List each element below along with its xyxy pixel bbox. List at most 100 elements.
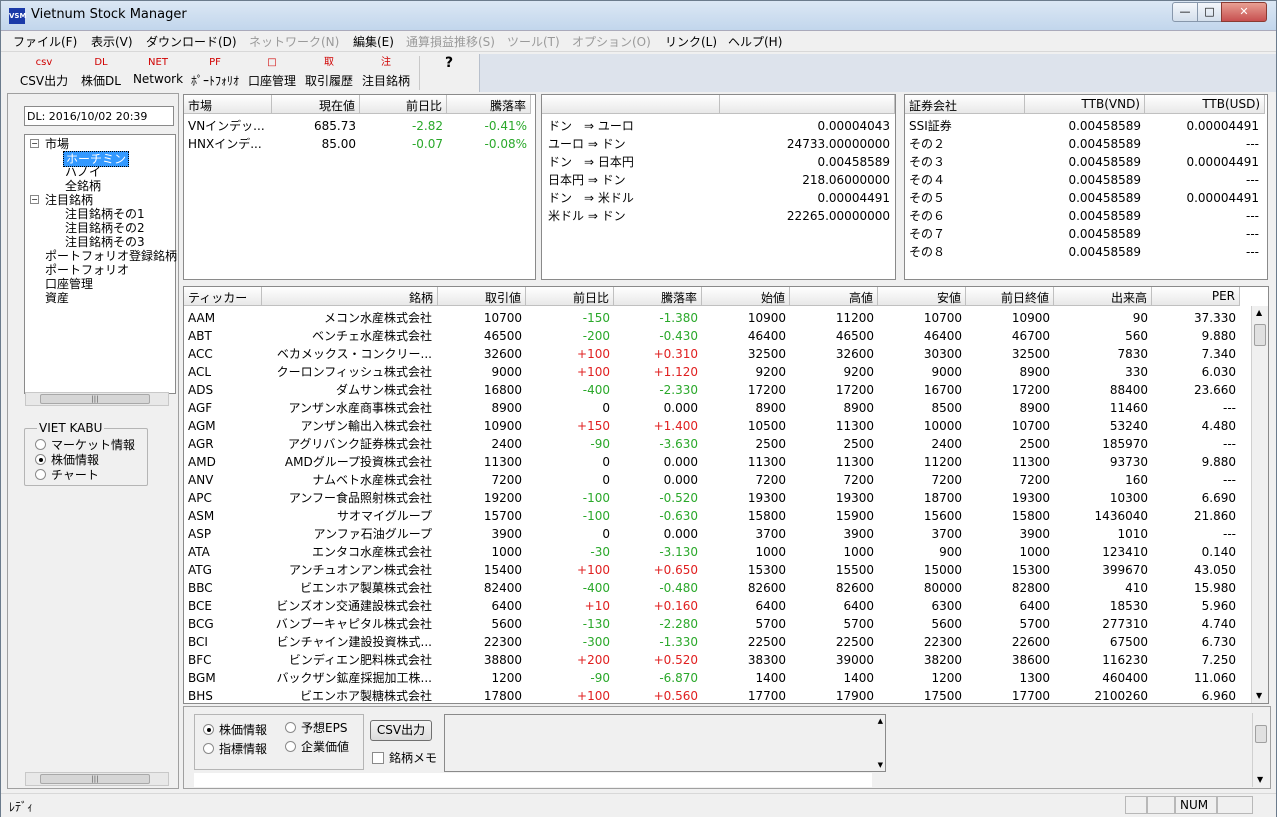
bottom-vertical-scrollbar[interactable]: ▼ — [1252, 713, 1269, 787]
stock-low: 80000 — [923, 581, 962, 595]
tree-item-hanoi[interactable]: ハノイ — [65, 165, 101, 179]
menu-download[interactable]: ダウンロード(D) — [146, 33, 237, 50]
scroll-down-icon[interactable]: ▼ — [1257, 775, 1263, 784]
radio-icon[interactable] — [203, 743, 214, 754]
col-header-ticker[interactable]: ティッカー — [184, 287, 262, 306]
col-header-open[interactable]: 始値 — [702, 287, 790, 306]
left-horizontal-scrollbar[interactable]: ||| — [25, 772, 169, 786]
collapse-icon[interactable]: − — [30, 139, 39, 148]
col-header-price[interactable]: 現在値 — [272, 95, 360, 114]
menu-profit-history[interactable]: 通算損益推移(S) — [406, 33, 495, 50]
stock-open: 17700 — [747, 689, 786, 703]
scroll-down-icon[interactable]: ▼ — [1256, 691, 1262, 700]
scroll-thumb[interactable] — [1254, 324, 1266, 346]
stock-low: 11200 — [923, 455, 962, 469]
col-header-fx-rate[interactable] — [720, 95, 895, 114]
stock-name: アンザン輸出入株式会社 — [300, 419, 432, 433]
menu-help[interactable]: ヘルプ(H) — [728, 33, 782, 50]
help-button[interactable]: ? — [435, 54, 463, 72]
checkbox-icon[interactable] — [372, 752, 384, 764]
col-header-broker[interactable]: 証券会社 — [905, 95, 1025, 114]
fx-rate: 24733.00000000 — [786, 137, 890, 151]
network-button[interactable]: NET Network — [132, 54, 184, 86]
stock-high: 9200 — [843, 365, 874, 379]
account-management-button[interactable]: □ 口座管理 — [247, 54, 297, 89]
radio-stock-info[interactable]: 株価情報 — [203, 721, 267, 738]
stock-name: ビエンホア製糖株式会社 — [299, 689, 432, 703]
minimize-button[interactable]: — — [1172, 2, 1198, 22]
scroll-thumb[interactable] — [1255, 725, 1267, 743]
tree-item-watchlist-2[interactable]: 注目銘柄その2 — [65, 221, 145, 235]
radio-forecast-eps[interactable]: 予想EPS — [285, 719, 347, 736]
scroll-down-icon[interactable]: ▼ — [878, 761, 883, 769]
menu-links[interactable]: リンク(L) — [665, 33, 717, 50]
col-header-change-rate[interactable]: 騰落率 — [614, 287, 702, 306]
tree-item-portfolio-stocks[interactable]: ポートフォリオ登録銘柄 — [45, 249, 177, 263]
radio-chart[interactable]: チャート — [35, 466, 99, 483]
scroll-thumb[interactable]: ||| — [40, 774, 150, 784]
scroll-up-icon[interactable]: ▲ — [1256, 308, 1262, 317]
stock-prev-close: 6400 — [1019, 599, 1050, 613]
stock-high: 2500 — [843, 437, 874, 451]
stock-vertical-scrollbar[interactable]: ▲ ▼ — [1251, 306, 1268, 703]
close-button[interactable]: ✕ — [1221, 2, 1267, 22]
memo-textarea[interactable]: ▲ ▼ — [444, 714, 886, 772]
tree-horizontal-scrollbar[interactable]: ||| — [25, 392, 169, 406]
col-header-trade-price[interactable]: 取引値 — [438, 287, 526, 306]
col-header-high[interactable]: 高値 — [790, 287, 878, 306]
title-bar[interactable]: VSM Vietnum Stock Manager — □ ✕ — [1, 1, 1276, 31]
csv-export-button[interactable]: CSV出力 — [370, 720, 432, 741]
menu-view[interactable]: 表示(V) — [91, 33, 133, 50]
tree-item-accounts[interactable]: 口座管理 — [45, 277, 93, 291]
col-header-low[interactable]: 安値 — [878, 287, 966, 306]
stock-download-button[interactable]: DL 株価DL — [80, 54, 122, 89]
scroll-up-icon[interactable]: ▲ — [878, 717, 883, 725]
tree-item-watchlist-1[interactable]: 注目銘柄その1 — [65, 207, 145, 221]
market-tree[interactable]: − 市場 ホーチミン ハノイ 全銘柄 − 注目銘柄 注目銘柄その1 注目銘柄その… — [24, 134, 177, 394]
col-header-change[interactable]: 前日比 — [526, 287, 614, 306]
tree-item-portfolio[interactable]: ポートフォリオ — [45, 263, 129, 277]
radio-icon[interactable] — [285, 741, 296, 752]
stock-trade-price: 2400 — [491, 437, 522, 451]
stock-change: -130 — [582, 617, 610, 631]
col-header-per[interactable]: PER — [1152, 287, 1240, 306]
col-header-name[interactable]: 銘柄 — [262, 287, 438, 306]
menu-network[interactable]: ネットワーク(N) — [249, 33, 339, 50]
tree-item-all-stocks[interactable]: 全銘柄 — [65, 179, 101, 193]
radio-indicator-info[interactable]: 指標情報 — [203, 740, 267, 757]
col-header-market[interactable]: 市場 — [184, 95, 272, 114]
tree-item-market[interactable]: 市場 — [45, 137, 69, 151]
tree-item-assets[interactable]: 資産 — [45, 291, 69, 305]
radio-enterprise-value[interactable]: 企業価値 — [285, 738, 349, 755]
portfolio-button[interactable]: PF ﾎﾟｰﾄﾌｫﾘｵ — [188, 54, 242, 89]
collapse-icon[interactable]: − — [30, 195, 39, 204]
col-header-fx-pair[interactable] — [542, 95, 720, 114]
csv-export-button[interactable]: csv CSV出力 — [19, 54, 69, 89]
watchlist-button[interactable]: 注 注目銘柄 — [361, 54, 411, 89]
menu-file[interactable]: ファイル(F) — [13, 33, 77, 50]
col-header-ttb-vnd[interactable]: TTB(VND) — [1025, 95, 1145, 114]
menu-edit[interactable]: 編集(E) — [353, 33, 394, 50]
tree-item-watchlist[interactable]: 注目銘柄 — [45, 193, 93, 207]
col-header-prev-close[interactable]: 前日終値 — [966, 287, 1054, 306]
stock-change: 0 — [602, 473, 610, 487]
menu-tools[interactable]: ツール(T) — [507, 33, 560, 50]
radio-icon[interactable] — [285, 722, 296, 733]
col-header-change[interactable]: 前日比 — [360, 95, 447, 114]
col-header-change-rate[interactable]: 騰落率 — [447, 95, 531, 114]
radio-checked-icon[interactable] — [203, 724, 214, 735]
stock-memo-checkbox[interactable]: 銘柄メモ — [372, 749, 437, 766]
col-header-ttb-usd[interactable]: TTB(USD) — [1145, 95, 1265, 114]
radio-icon[interactable] — [35, 469, 46, 480]
menu-options[interactable]: オプション(O) — [572, 33, 651, 50]
tree-item-watchlist-3[interactable]: 注目銘柄その3 — [65, 235, 145, 249]
stock-per: 15.980 — [1194, 581, 1236, 595]
market-name: HNXインデ... — [188, 137, 262, 151]
trade-history-button[interactable]: 取 取引履歴 — [304, 54, 354, 89]
bottom-text-area[interactable] — [194, 773, 872, 787]
scroll-thumb[interactable]: ||| — [40, 394, 150, 404]
radio-icon[interactable] — [35, 439, 46, 450]
radio-checked-icon[interactable] — [35, 454, 46, 465]
col-header-volume[interactable]: 出来高 — [1054, 287, 1152, 306]
maximize-button[interactable]: □ — [1197, 2, 1222, 22]
